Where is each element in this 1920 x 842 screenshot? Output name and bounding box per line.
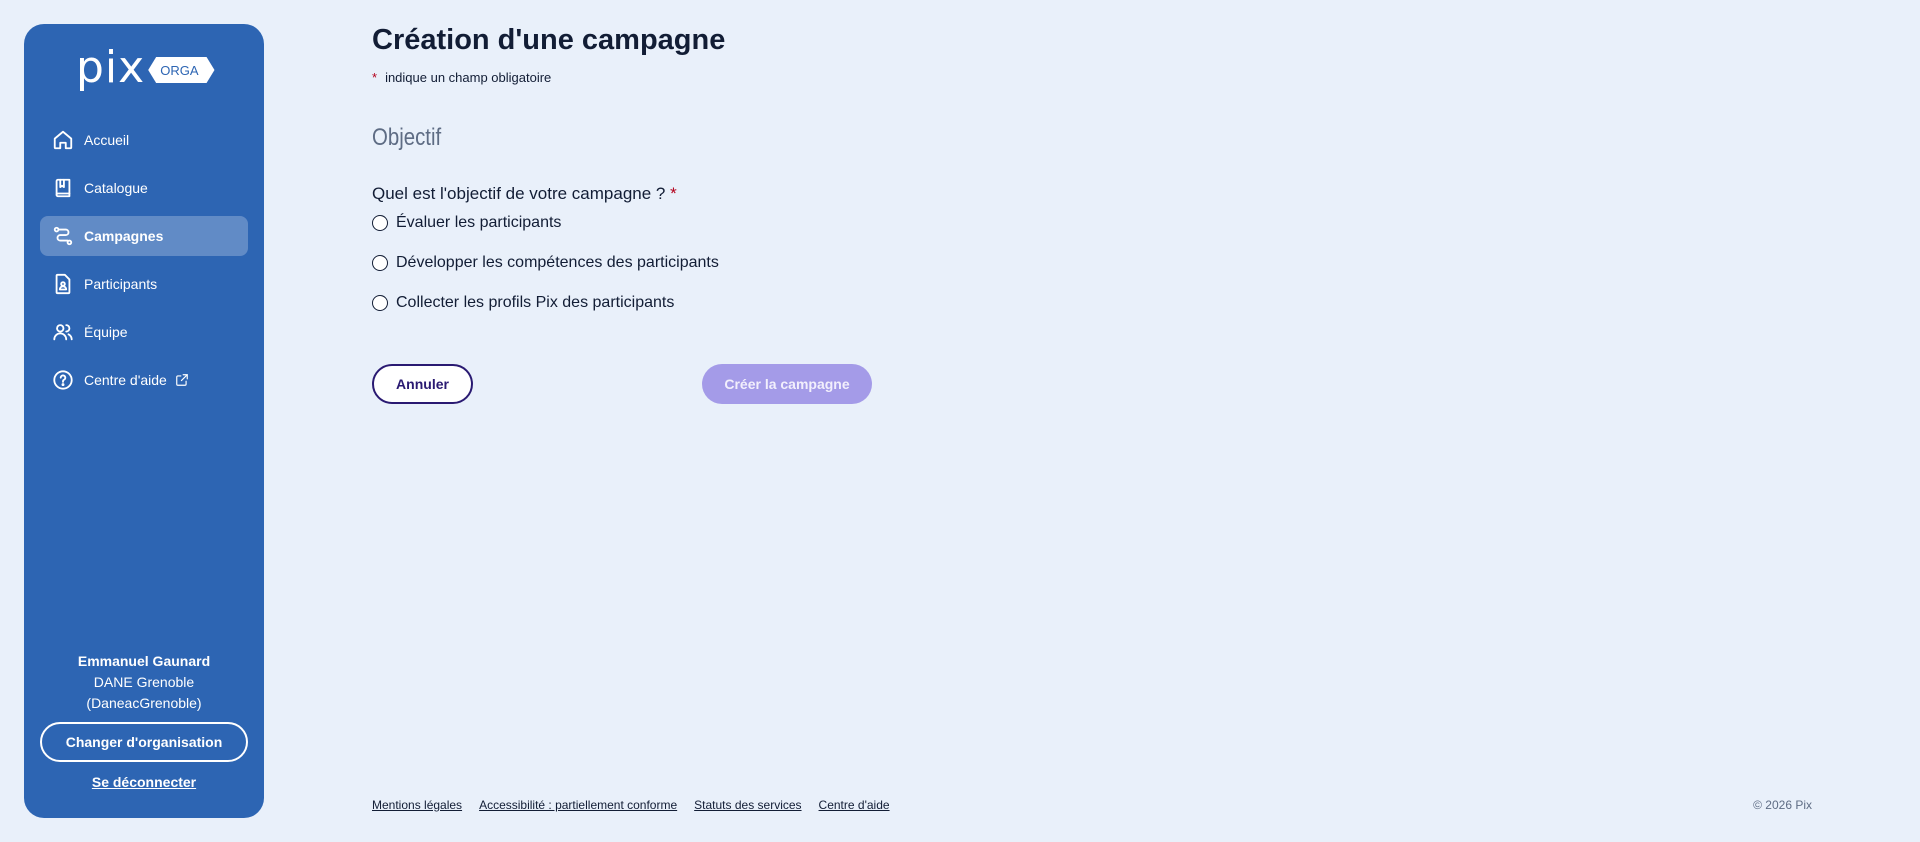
route-icon [52,225,74,247]
radio-button[interactable] [372,295,388,311]
logo-badge: ORGA [148,57,215,83]
sidebar-item-label: Catalogue [84,180,148,196]
change-organization-button[interactable]: Changer d'organisation [40,722,248,762]
objective-question-text: Quel est l'objectif de votre campagne ? [372,184,666,203]
objective-option-developper[interactable]: Développer les compétences des participa… [372,253,719,273]
sidebar-item-label: Campagnes [84,228,164,244]
sidebar-item-label: Centre d'aide [84,372,167,388]
pix-orga-logo[interactable]: pix ORGA [76,46,215,90]
radio-label: Développer les compétences des participa… [396,254,719,271]
sidebar-item-accueil[interactable]: Accueil [40,120,248,160]
copyright: © 2026 Pix [1753,798,1812,812]
objective-radio-group: Évaluer les participants Développer les … [372,213,719,333]
objective-question: Quel est l'objectif de votre campagne ? … [372,184,677,204]
home-icon [52,129,74,151]
radio-label: Collecter les profils Pix des participan… [396,294,675,311]
radio-button[interactable] [372,255,388,271]
logo-text: pix [76,42,146,93]
sidebar-item-centre-aide[interactable]: Centre d'aide [40,360,248,400]
sidebar-item-label: Accueil [84,132,130,148]
sidebar-item-participants[interactable]: Participants [40,264,248,304]
required-field-note: * indique un champ obligatoire [372,70,551,85]
footer-link-centre-aide[interactable]: Centre d'aide [819,798,890,812]
footer-link-accessibilite[interactable]: Accessibilité : partiellement conforme [479,798,677,812]
cancel-button[interactable]: Annuler [372,364,473,404]
section-title-objectif: Objectif [372,124,442,151]
external-link-icon [175,373,189,387]
book-icon [52,177,74,199]
sidebar-item-campagnes[interactable]: Campagnes [40,216,248,256]
footer-link-statuts-services[interactable]: Statuts des services [694,798,801,812]
sidebar-nav: Accueil Catalogue Campagnes Participants… [40,120,248,408]
required-asterisk: * [670,184,677,203]
team-icon [52,321,74,343]
footer-link-mentions-legales[interactable]: Mentions légales [372,798,462,812]
required-note-text: indique un champ obligatoire [385,70,552,85]
participant-file-icon [52,273,74,295]
user-info: Emmanuel Gaunard DANE Grenoble (DaneacGr… [24,651,264,714]
sidebar-item-label: Équipe [84,324,128,340]
radio-label: Évaluer les participants [396,214,562,231]
radio-button[interactable] [372,215,388,231]
sidebar-item-label: Participants [84,276,158,292]
help-icon [52,369,74,391]
organization-code: (DaneacGrenoble) [86,695,202,711]
required-asterisk: * [372,70,378,85]
objective-option-evaluer[interactable]: Évaluer les participants [372,213,719,233]
organization-name: DANE Grenoble [93,674,195,690]
sidebar: pix ORGA Accueil Catalogue Campagnes Par… [24,24,264,818]
user-name: Emmanuel Gaunard [77,653,211,669]
sidebar-item-equipe[interactable]: Équipe [40,312,248,352]
objective-option-collecter[interactable]: Collecter les profils Pix des participan… [372,293,719,313]
create-campaign-button[interactable]: Créer la campagne [702,364,872,404]
logout-link[interactable]: Se déconnecter [24,774,264,790]
page-title: Création d'une campagne [372,24,726,56]
sidebar-item-catalogue[interactable]: Catalogue [40,168,248,208]
footer: Mentions légales Accessibilité : partiel… [372,798,1812,812]
